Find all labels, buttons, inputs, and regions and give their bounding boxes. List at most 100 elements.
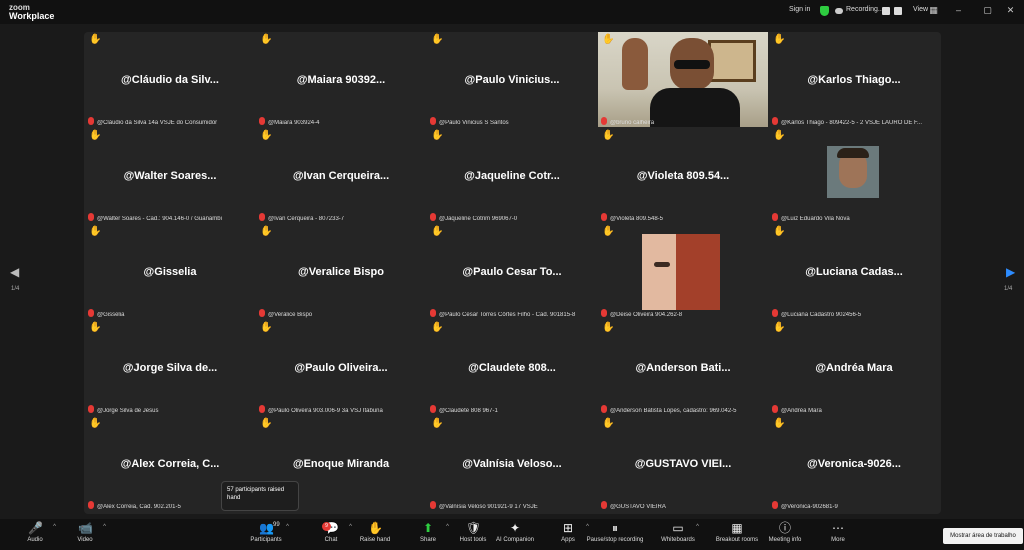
- participant-tile[interactable]: ✋ @Luciana Cadas... @Luciana Cadastro 9024…: [769, 224, 939, 319]
- participant-tile[interactable]: ✋ @Paulo Vinicius... @Paulo Vinicius S San…: [427, 32, 597, 127]
- raised-hand-icon: ✋: [89, 322, 102, 333]
- raised-hand-icon: ✋: [89, 34, 102, 45]
- participant-name-label: @Luiz Eduardo Vila Nova: [781, 216, 850, 222]
- next-page-arrow-icon[interactable]: ▶: [1006, 265, 1015, 279]
- raised-hand-icon: ✋: [431, 34, 444, 45]
- mic-muted-icon: [430, 309, 436, 317]
- audio-button[interactable]: 🎤 Audio ^: [12, 519, 58, 550]
- mic-muted-icon: [88, 309, 94, 317]
- participant-tile[interactable]: ✋ @Claudete 808... @Claudete 808 967-1: [427, 320, 597, 415]
- participant-avatar-photo: [642, 234, 720, 310]
- participant-name-label: @Luciana Cadastro 902456-5: [781, 312, 862, 318]
- mic-muted-icon: [601, 213, 607, 221]
- participant-tile[interactable]: ✋ @Gisselia @Gisselia: [85, 224, 255, 319]
- participant-name-large: @Jaqueline Cotr...: [464, 170, 560, 182]
- toolbar-label: Video: [77, 537, 93, 543]
- participant-tile[interactable]: ✋ @GUSTAVO VIEI... @GUSTAVO VIEIRA: [598, 416, 768, 511]
- security-shield-icon[interactable]: [820, 6, 829, 16]
- participant-name-label: @Walter Soares - Cad.: 904.146-0 / Guana…: [97, 216, 222, 222]
- participant-name-label: @Anderson Batista Lopes, cadastro: 969.0…: [610, 408, 737, 414]
- participant-tile[interactable]: ✋ @Karlos Thiago... @Karlos Thiago - 80942…: [769, 32, 939, 127]
- participant-tile[interactable]: ✋ @Paulo Oliveira... @Paulo Oliveira 903.0…: [256, 320, 426, 415]
- toolbar-label: Whiteboards: [661, 537, 695, 543]
- participant-tile[interactable]: ✋ @Deise Oliveira 904.262-8: [598, 224, 768, 319]
- chevron-up-icon[interactable]: ^: [446, 524, 449, 530]
- info-icon: ⓘ: [778, 521, 791, 535]
- participant-tile[interactable]: ✋ @Maiara 90392... @Maiara 903924-4: [256, 32, 426, 127]
- raised-hand-icon: ✋: [431, 130, 444, 141]
- raised-hand-icon: ✋: [773, 130, 786, 141]
- maximize-icon[interactable]: ▢: [983, 6, 992, 15]
- participant-avatar-photo: [827, 146, 879, 198]
- chevron-up-icon[interactable]: ^: [286, 524, 289, 530]
- mic-muted-icon: [259, 117, 265, 125]
- participant-tile[interactable]: ✋ @bruno calheira: [598, 32, 768, 127]
- ai-companion-icon: ✦: [509, 521, 521, 535]
- mic-muted-icon: [259, 213, 265, 221]
- chevron-up-icon[interactable]: ^: [53, 524, 56, 530]
- breakout-rooms-button[interactable]: ▦ Breakout rooms: [704, 519, 770, 550]
- participant-name-large: @Paulo Oliveira...: [294, 362, 388, 374]
- meeting-toolbar: 🎤 Audio ^ 📹 Video ^ 👥 Participants 99 ^ 💬 Chat ^ ✋ Rai…: [0, 519, 1024, 550]
- mic-muted-icon: [430, 117, 436, 125]
- video-button[interactable]: 📹 Video ^: [62, 519, 108, 550]
- minimize-icon[interactable]: –: [954, 6, 963, 15]
- participant-tile[interactable]: ✋ @Jaqueline Cotr... @Jaqueline Cotrim 969…: [427, 128, 597, 223]
- participant-name-label: @Violeta 809.548-5: [610, 216, 664, 222]
- cloud-recording-icon: [835, 8, 843, 14]
- participant-name-label: @bruno calheira: [610, 120, 655, 126]
- chat-button[interactable]: 💬 Chat ^: [308, 519, 354, 550]
- participant-tile[interactable]: ✋ @Jorge Silva de... @Jorge Silva de Jesus: [85, 320, 255, 415]
- raised-hand-icon: ✋: [260, 418, 273, 429]
- mic-muted-icon: [88, 405, 94, 413]
- pause-recording-icon[interactable]: [882, 7, 890, 15]
- grid-view-icon[interactable]: ▦: [929, 6, 938, 15]
- participant-name-label: @Deise Oliveira 904.262-8: [610, 312, 683, 318]
- participant-tile[interactable]: ✋ @Andréa Mara @Andréa Mara: [769, 320, 939, 415]
- participant-tile[interactable]: ✋ @Cláudio da Silv... @Cláudio da Silva 14…: [85, 32, 255, 127]
- sign-in-link[interactable]: Sign in: [789, 6, 810, 13]
- participant-tile[interactable]: ✋ @Paulo Cesar To... @Paulo Cesar Torres C…: [427, 224, 597, 319]
- chevron-up-icon[interactable]: ^: [103, 524, 106, 530]
- participant-name-label: @Valnísia Veloso 901921-9 17 VSJE: [439, 504, 538, 510]
- participant-tile[interactable]: ✋ @Luiz Eduardo Vila Nova: [769, 128, 939, 223]
- toolbar-label: Chat: [324, 537, 338, 543]
- more-button[interactable]: ⋯ More: [815, 519, 861, 550]
- raise-hand-button[interactable]: ✋ Raise hand: [352, 519, 398, 550]
- ai-companion-button[interactable]: ✦ AI Companion: [492, 519, 538, 550]
- chevron-up-icon[interactable]: ^: [696, 524, 699, 530]
- view-menu[interactable]: View: [913, 6, 928, 13]
- mic-muted-icon: [430, 213, 436, 221]
- participants-button[interactable]: 👥 Participants 99 ^: [243, 519, 289, 550]
- host-tools-button[interactable]: 🛡 Host tools: [450, 519, 496, 550]
- pause-stop-recording-button[interactable]: ⏸ Pause/stop recording: [582, 519, 648, 550]
- raised-hand-icon: ✋: [431, 322, 444, 333]
- participant-name-label: @Maiara 903924-4: [268, 120, 320, 126]
- participant-name-large: @Andréa Mara: [815, 362, 893, 374]
- participant-name-label: @Gisselia: [97, 312, 125, 318]
- participant-tile[interactable]: ✋ @Violeta 809.54... @Violeta 809.548-5: [598, 128, 768, 223]
- toolbar-label: More: [831, 537, 845, 543]
- raised-hand-icon: ✋: [260, 226, 273, 237]
- stop-recording-icon[interactable]: [894, 7, 902, 15]
- participant-name-label: @Cláudio da Silva 14a VSJE do Consumidor: [97, 120, 218, 126]
- recording-control-icon: ⏸: [611, 521, 618, 535]
- participant-name-large: @Valnísia Veloso...: [462, 458, 562, 470]
- mic-muted-icon: [601, 405, 607, 413]
- previous-page-arrow-icon[interactable]: ◀: [10, 265, 19, 279]
- meeting-info-button[interactable]: ⓘ Meeting info: [762, 519, 808, 550]
- participant-tile[interactable]: ✋ @Walter Soares... @Walter Soares - Cad.:…: [85, 128, 255, 223]
- participant-tile[interactable]: ✋ @Anderson Bati... @Anderson Batista Lope…: [598, 320, 768, 415]
- whiteboards-button[interactable]: ▭ Whiteboards ^: [655, 519, 701, 550]
- participant-tile[interactable]: ✋ @Ivan Cerqueira... @Ivan Cerqueira - 807…: [256, 128, 426, 223]
- participant-tile[interactable]: ✋ @Veralice Bispo @Veralice Bispo: [256, 224, 426, 319]
- close-icon[interactable]: ✕: [1006, 6, 1015, 15]
- participant-tile[interactable]: ✋ @Valnísia Veloso... @Valnísia Veloso 901…: [427, 416, 597, 511]
- participant-video: [598, 32, 768, 127]
- participant-name-label: @Claudete 808 967-1: [439, 408, 498, 414]
- share-button[interactable]: ⬆ Share ^: [405, 519, 451, 550]
- participant-tile[interactable]: ✋ @Veronica-9026... @Veronica-902681-9: [769, 416, 939, 511]
- raised-hand-icon: ✋: [602, 34, 615, 45]
- participant-name-large: @GUSTAVO VIEI...: [634, 458, 732, 470]
- participant-name-large: @Ivan Cerqueira...: [292, 170, 390, 182]
